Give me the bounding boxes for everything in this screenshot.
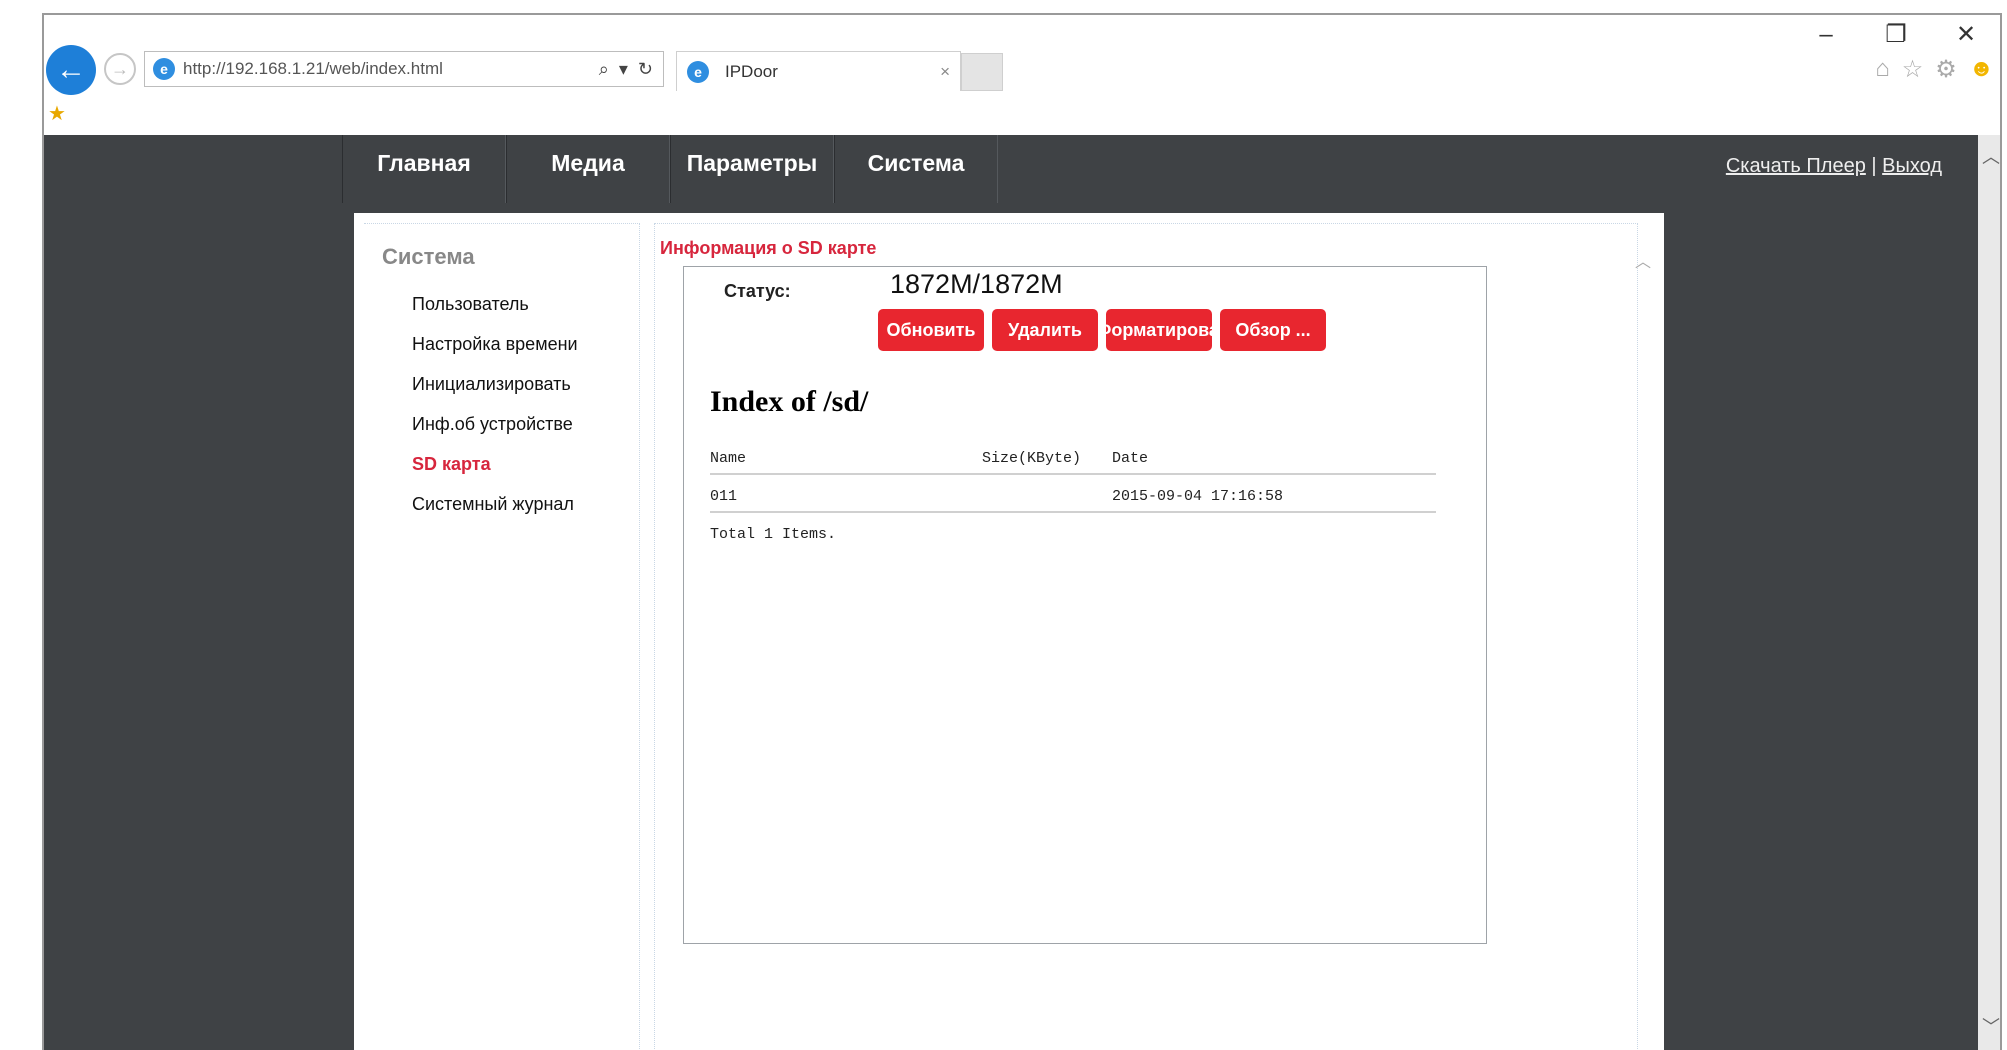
back-button[interactable]: ← [46,45,96,95]
arrow-left-icon: ← [56,53,86,86]
sidebar-title: Система [382,244,475,269]
column-header-size: Size(KByte) [982,450,1082,467]
new-tab-button[interactable] [961,53,1003,91]
file-listing: Name Size(KByte) Date 011 2015-09-04 17:… [710,443,1436,551]
main-panel: Система Пользователь Настройка времени И… [354,213,1664,1050]
refresh-icon[interactable]: ↻ [638,59,653,80]
column-header-name: Name [710,450,747,467]
gear-icon[interactable]: ⚙ [1935,55,1957,84]
delete-button[interactable]: Удалить [992,309,1098,351]
minimize-button[interactable]: – [1814,21,1838,49]
nav-separator: | [1871,155,1877,177]
window-controls: – ❐ ✕ [1814,21,1978,49]
smiley-icon[interactable]: ☻ [1969,55,1994,84]
chevron-down-icon[interactable]: ▾ [619,59,628,80]
page-viewport: Главная Медиа Параметры Система Скачать … [44,135,2000,1050]
address-tools: ⌕ ▾ ↻ [599,59,663,80]
total-items: Total 1 Items. [710,526,837,543]
ie-icon: e [153,58,175,80]
column-header-date: Date [1112,450,1149,467]
sidebar-item-system-log[interactable]: Системный журнал [382,484,639,524]
page-scrollbar[interactable]: ︿ ﹀ [1978,135,2000,1050]
status-label: Статус: [724,281,791,301]
browser-toolbar-icons: ⌂ ☆ ⚙ ☻ [1875,55,1994,84]
address-bar[interactable]: e http://192.168.1.21/web/index.html ⌕ ▾… [144,51,664,87]
close-window-button[interactable]: ✕ [1954,21,1978,49]
close-icon[interactable]: × [940,62,950,82]
content-area: Информация о SD карте ︿ Статус: 1872M/18… [654,223,1651,1050]
status-value: 1872M/1872M [890,269,1063,299]
sidebar-item-device-info[interactable]: Инф.об устройстве [382,404,639,444]
home-icon[interactable]: ⌂ [1875,55,1890,84]
arrow-right-icon: → [111,59,129,79]
star-icon[interactable]: ☆ [1902,55,1924,84]
favorites-star-icon[interactable]: ★ [48,101,66,126]
sd-card-frame: Статус: 1872M/1872M Обновить Удалить Фор… [683,266,1487,944]
table-row[interactable]: 011 2015-09-04 17:16:58 [710,481,1436,513]
chevron-down-icon[interactable]: ﹀ [1978,1013,2000,1041]
page-title: Информация о SD карте [660,238,877,258]
format-button[interactable]: Форматировать [1106,309,1212,351]
nav-item-system[interactable]: Система [834,135,998,203]
browser-chrome: – ❐ ✕ ← → e http://192.168.1.21/web/inde… [44,15,2000,135]
nav-links: Скачать Плеер | Выход [1726,155,1942,178]
file-name[interactable]: 011 [710,481,737,513]
download-player-link[interactable]: Скачать Плеер [1726,155,1866,177]
sidebar-item-sd-card[interactable]: SD карта [382,444,639,484]
browse-button[interactable]: Обзор ... [1220,309,1326,351]
tab-title: IPDoor [725,61,778,81]
refresh-button[interactable]: Обновить [878,309,984,351]
file-date: 2015-09-04 17:16:58 [1112,488,1284,505]
directory-heading: Index of /sd/ [710,385,869,418]
browser-window: – ❐ ✕ ← → e http://192.168.1.21/web/inde… [42,13,2002,1050]
nav-item-home[interactable]: Главная [342,135,506,203]
sidebar: Система Пользователь Настройка времени И… [364,223,640,1050]
sidebar-item-user[interactable]: Пользователь [382,284,639,324]
nav-item-media[interactable]: Медиа [506,135,670,203]
nav-item-parameters[interactable]: Параметры [670,135,834,203]
search-icon[interactable]: ⌕ [599,59,609,80]
sidebar-item-time-settings[interactable]: Настройка времени [382,324,639,364]
chevron-up-icon[interactable]: ︿ [1635,248,1651,272]
restore-button[interactable]: ❐ [1884,21,1908,49]
sidebar-item-initialize[interactable]: Инициализировать [382,364,639,404]
action-buttons: Обновить Удалить Форматировать Обзор ... [878,309,1326,351]
browser-tab[interactable]: e IPDoor × [676,51,961,91]
top-nav: Главная Медиа Параметры Система Скачать … [44,135,2000,203]
ie-icon: e [687,60,709,83]
logout-link[interactable]: Выход [1882,155,1942,177]
forward-button[interactable]: → [104,53,136,85]
table-header: Name Size(KByte) Date [710,443,1436,475]
address-url[interactable]: http://192.168.1.21/web/index.html [183,59,599,79]
chevron-up-icon[interactable]: ︿ [1978,143,2000,171]
